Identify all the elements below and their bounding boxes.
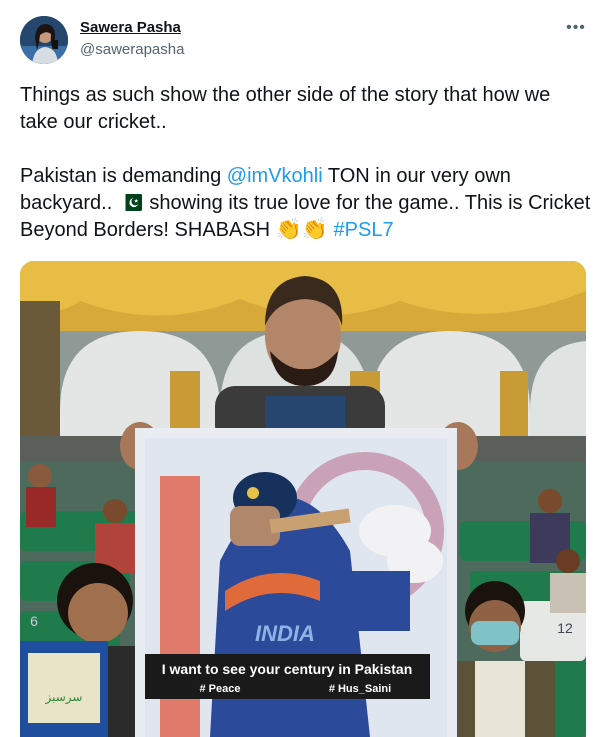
tweet-text: Things as such show the other side of th… [20,82,592,244]
avatar[interactable] [20,16,68,64]
jersey-text: INDIA [255,621,315,646]
stadium-photo: 12 6 سرسبز INDIA I want to see your cent… [20,261,586,737]
tweet-header: Sawera Pasha @sawerapasha ••• [0,0,603,76]
profile-photo-icon [20,16,68,64]
poster-tag-right: # Hus_Saini [329,683,391,695]
mention-link[interactable]: @imVkohli [227,165,323,187]
seat-number: 12 [557,620,573,636]
tweet-paragraph-1: Things as such show the other side of th… [20,84,551,133]
poster-caption: I want to see your century in Pakistan [162,661,413,677]
author-display-name[interactable]: Sawera Pasha [80,19,181,36]
seat-number-left: 6 [30,613,38,629]
ellipsis-icon[interactable]: ••• [560,19,592,39]
tweet-text-segment: Pakistan is demanding [20,165,227,187]
author-handle[interactable]: @sawerapasha [80,41,184,58]
tweet-paragraph-2: Pakistan is demanding @imVkohli TON in o… [20,163,592,244]
poster-tag-left: # Peace [200,683,241,695]
poster: INDIA I want to see your century in Paki… [135,428,457,737]
clapping-hands-icon: 👏👏 [275,218,328,241]
banner-text: سرسبز [45,690,83,705]
tweet-card: Sawera Pasha @sawerapasha ••• Things as … [0,0,603,737]
tweet-media-photo[interactable]: 12 6 سرسبز INDIA I want to see your cent… [20,261,586,737]
pakistan-flag-icon [119,194,142,211]
hashtag-link[interactable]: #PSL7 [334,219,394,241]
